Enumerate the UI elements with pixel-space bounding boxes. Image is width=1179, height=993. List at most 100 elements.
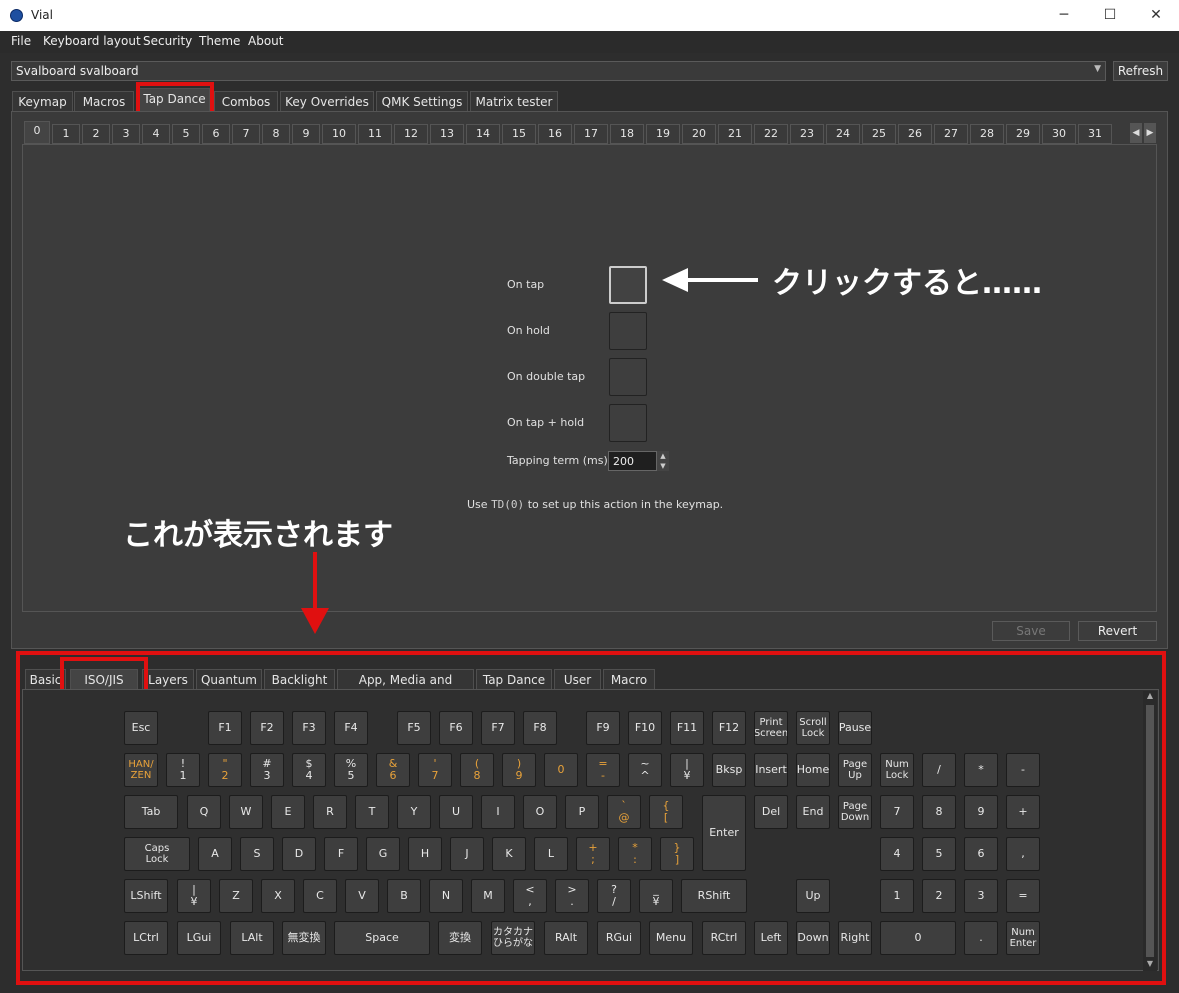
key-e[interactable]: E <box>271 795 305 829</box>
key-esc[interactable]: Esc <box>124 711 158 745</box>
key-p1[interactable]: 1 <box>880 879 914 913</box>
key-muhenkan[interactable]: 無変換 <box>282 921 326 955</box>
td-tab-19[interactable]: 19 <box>646 124 680 144</box>
key-slash[interactable]: ? / <box>597 879 631 913</box>
key-numlock[interactable]: Num Lock <box>880 753 914 787</box>
tab-backlight[interactable]: Backlight <box>264 669 335 690</box>
key-rgui[interactable]: RGui <box>597 921 641 955</box>
key-f11[interactable]: F11 <box>670 711 704 745</box>
key-p6[interactable]: 6 <box>964 837 998 871</box>
key-ro[interactable]: _ ¥ <box>639 879 673 913</box>
key-w[interactable]: W <box>229 795 263 829</box>
td-tab-18[interactable]: 18 <box>610 124 644 144</box>
key-f4[interactable]: F4 <box>334 711 368 745</box>
refresh-button[interactable]: Refresh <box>1113 61 1168 81</box>
key-f9[interactable]: F9 <box>586 711 620 745</box>
key-pequal[interactable]: = <box>1006 879 1040 913</box>
key-ralt[interactable]: RAlt <box>544 921 588 955</box>
td-tab-5[interactable]: 5 <box>172 124 200 144</box>
key-i[interactable]: I <box>481 795 515 829</box>
td-tab-13[interactable]: 13 <box>430 124 464 144</box>
key-p2[interactable]: 2 <box>922 879 956 913</box>
key-down[interactable]: Down <box>796 921 830 955</box>
td-tab-8[interactable]: 8 <box>262 124 290 144</box>
key-f12[interactable]: F12 <box>712 711 746 745</box>
scroll-down-icon[interactable]: ▼ <box>1143 959 1157 971</box>
key-dot[interactable]: > . <box>555 879 589 913</box>
key-pcomma[interactable]: , <box>1006 837 1040 871</box>
key-rbr[interactable]: } ] <box>660 837 694 871</box>
on-double-tap-key[interactable] <box>609 358 647 396</box>
key-u[interactable]: U <box>439 795 473 829</box>
key-t[interactable]: T <box>355 795 389 829</box>
menu-keyboard-layout[interactable]: Keyboard layout <box>43 34 141 48</box>
td-tab-28[interactable]: 28 <box>970 124 1004 144</box>
key-q[interactable]: Q <box>187 795 221 829</box>
td-tab-29[interactable]: 29 <box>1006 124 1040 144</box>
key-p9[interactable]: 9 <box>964 795 998 829</box>
key-scroll[interactable]: Scroll Lock <box>796 711 830 745</box>
key-kcaret[interactable]: ~ ^ <box>628 753 662 787</box>
td-tab-0[interactable]: 0 <box>24 121 50 144</box>
key-lctrl[interactable]: LCtrl <box>124 921 168 955</box>
menu-file[interactable]: File <box>11 34 31 48</box>
menu-theme[interactable]: Theme <box>199 34 240 48</box>
keycode-scrollbar[interactable]: ▲ ▼ <box>1143 691 1157 971</box>
td-tab-6[interactable]: 6 <box>202 124 230 144</box>
key-enter[interactable]: Enter <box>702 795 746 871</box>
key-pslash[interactable]: / <box>922 753 956 787</box>
td-tab-9[interactable]: 9 <box>292 124 320 144</box>
td-tab-3[interactable]: 3 <box>112 124 140 144</box>
key-k6[interactable]: & 6 <box>376 753 410 787</box>
key-o[interactable]: O <box>523 795 557 829</box>
tab-matrix-tester[interactable]: Matrix tester <box>470 91 558 112</box>
td-tab-11[interactable]: 11 <box>358 124 392 144</box>
key-pdot[interactable]: . <box>964 921 998 955</box>
td-tab-20[interactable]: 20 <box>682 124 716 144</box>
key-p3[interactable]: 3 <box>964 879 998 913</box>
tab-key-overrides[interactable]: Key Overrides <box>280 91 374 112</box>
key-k[interactable]: K <box>492 837 526 871</box>
key-lbr[interactable]: { [ <box>649 795 683 829</box>
td-tab-30[interactable]: 30 <box>1042 124 1076 144</box>
key-j[interactable]: J <box>450 837 484 871</box>
minimize-button[interactable]: ─ <box>1041 0 1087 31</box>
menu-about[interactable]: About <box>248 34 283 48</box>
key-print[interactable]: Print Screen <box>754 711 788 745</box>
td-tab-2[interactable]: 2 <box>82 124 110 144</box>
key-f5[interactable]: F5 <box>397 711 431 745</box>
key-f7[interactable]: F7 <box>481 711 515 745</box>
key-p7[interactable]: 7 <box>880 795 914 829</box>
key-g[interactable]: G <box>366 837 400 871</box>
key-f8[interactable]: F8 <box>523 711 557 745</box>
td-tab-7[interactable]: 7 <box>232 124 260 144</box>
key-k9[interactable]: ) 9 <box>502 753 536 787</box>
key-pgdn[interactable]: Page Down <box>838 795 872 829</box>
td-tab-23[interactable]: 23 <box>790 124 824 144</box>
td-tab-31[interactable]: 31 <box>1078 124 1112 144</box>
key-h[interactable]: H <box>408 837 442 871</box>
key-pstar[interactable]: * <box>964 753 998 787</box>
tab-user[interactable]: User <box>554 669 601 690</box>
key-k1[interactable]: ! 1 <box>166 753 200 787</box>
key-comma[interactable]: < , <box>513 879 547 913</box>
tab-app-media-mouse[interactable]: App, Media and Mouse <box>337 669 474 707</box>
td-tab-12[interactable]: 12 <box>394 124 428 144</box>
td-tab-24[interactable]: 24 <box>826 124 860 144</box>
tab-macro[interactable]: Macro <box>603 669 655 690</box>
scroll-thumb[interactable] <box>1146 705 1154 957</box>
tab-scroll-right-icon[interactable]: ▶ <box>1144 123 1156 143</box>
key-p5[interactable]: 5 <box>922 837 956 871</box>
key-left[interactable]: Left <box>754 921 788 955</box>
key-henkan[interactable]: 変換 <box>438 921 482 955</box>
key-bslash[interactable]: | ¥ <box>177 879 211 913</box>
td-tab-25[interactable]: 25 <box>862 124 896 144</box>
key-l[interactable]: L <box>534 837 568 871</box>
td-tab-4[interactable]: 4 <box>142 124 170 144</box>
key-up[interactable]: Up <box>796 879 830 913</box>
key-bksp[interactable]: Bksp <box>712 753 746 787</box>
key-pplus[interactable]: + <box>1006 795 1040 829</box>
tab-scroll-left-icon[interactable]: ◀ <box>1130 123 1142 143</box>
key-lalt[interactable]: LAlt <box>230 921 274 955</box>
scroll-up-icon[interactable]: ▲ <box>1143 691 1157 703</box>
